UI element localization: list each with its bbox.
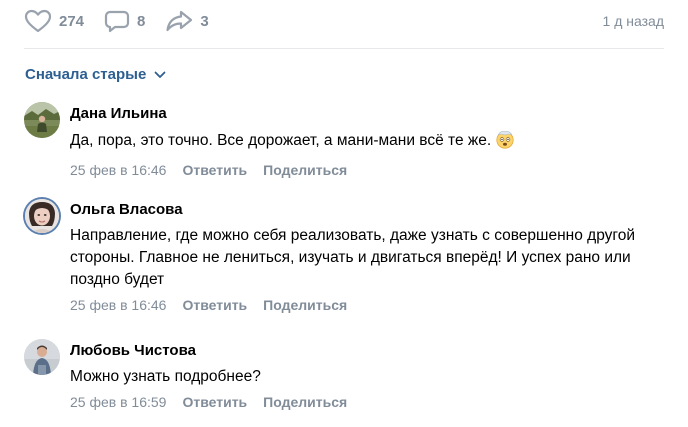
comment-author[interactable]: Ольга Власова <box>70 200 670 220</box>
comment-body: Любовь Чистова Можно узнать подробнее? 2… <box>70 339 670 412</box>
sort-dropdown[interactable]: Сначала старые <box>25 66 166 83</box>
post-actions-bar: 274 8 3 1 д назад <box>24 6 664 36</box>
comment-meta: 25 фев в 16:59 Ответить Поделиться <box>70 392 670 412</box>
comment-date[interactable]: 25 фев в 16:59 <box>70 392 166 412</box>
comment-meta: 25 фев в 16:46 Ответить Поделиться <box>70 160 670 180</box>
exploding-head-emoji-icon <box>495 129 515 156</box>
comment-author[interactable]: Дана Ильина <box>70 104 670 124</box>
likes-count: 274 <box>59 12 85 30</box>
share-button[interactable]: 3 <box>165 9 209 33</box>
divider <box>24 48 664 49</box>
comment-meta: 25 фев в 16:46 Ответить Поделиться <box>70 295 670 315</box>
shares-count: 3 <box>200 12 209 30</box>
reply-button[interactable]: Ответить <box>182 392 247 412</box>
comment-date[interactable]: 25 фев в 16:46 <box>70 295 166 315</box>
comment-author[interactable]: Любовь Чистова <box>70 341 670 361</box>
avatar[interactable] <box>25 199 59 233</box>
share-comment-button[interactable]: Поделиться <box>263 295 347 315</box>
comment-date[interactable]: 25 фев в 16:46 <box>70 160 166 180</box>
avatar[interactable] <box>24 339 60 375</box>
post-time[interactable]: 1 д назад <box>603 13 664 29</box>
comment-bubble-icon <box>104 9 130 33</box>
share-comment-button[interactable]: Поделиться <box>263 392 347 412</box>
comment-text: Да, пора, это точно. Все дорожает, а ман… <box>70 129 670 156</box>
heart-icon <box>24 9 52 33</box>
avatar[interactable] <box>24 102 60 138</box>
comment-text: Направление, где можно себя реализовать,… <box>70 227 635 288</box>
comments-button[interactable]: 8 <box>104 9 145 33</box>
reply-button[interactable]: Ответить <box>182 160 247 180</box>
comment-body: Ольга Власова Направление, где можно себ… <box>70 198 670 315</box>
like-button[interactable]: 274 <box>24 9 84 33</box>
chevron-down-icon <box>146 66 166 83</box>
sort-label: Сначала старые <box>25 66 147 83</box>
reply-button[interactable]: Ответить <box>182 295 247 315</box>
comments-count: 8 <box>137 12 146 30</box>
share-comment-button[interactable]: Поделиться <box>263 160 347 180</box>
comment-text-content: Да, пора, это точно. Все дорожает, а ман… <box>70 132 492 149</box>
comment-body: Дана Ильина Да, пора, это точно. Все дор… <box>70 102 670 180</box>
comment-text: Можно узнать подробнее? <box>70 368 261 385</box>
share-arrow-icon <box>165 9 193 33</box>
